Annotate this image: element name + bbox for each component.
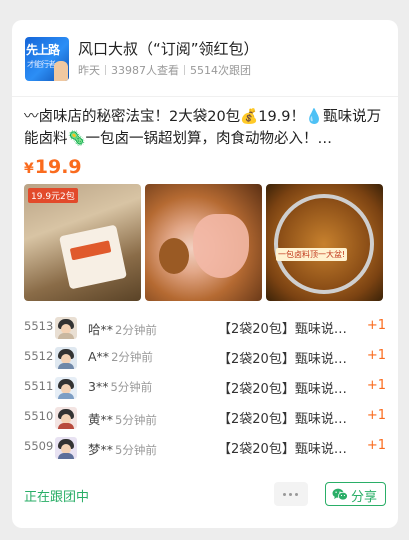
order-time: 5分钟前 [115,413,157,427]
group-avatar[interactable]: 先上路 才能行者 [25,37,69,81]
photo-grid: 19.9元2包 一包卤料顶一大盆! [24,184,384,301]
order-product: 【2袋20包】甄味说万能卤料 [218,382,350,397]
order-product: 【2袋20包】甄味说万能卤料 [218,352,350,367]
order-time: 2分钟前 [115,323,157,337]
seasoning-package-image [59,224,127,290]
buyer-name: 梦** 5分钟前 [88,442,157,457]
order-qty: +1 [366,408,386,423]
share-button[interactable]: 分享 [325,482,386,506]
order-time: 2分钟前 [111,350,153,364]
more-dots-icon [289,493,292,496]
more-button[interactable] [274,482,308,506]
order-number: 5513 [24,319,54,333]
order-qty: +1 [366,348,386,363]
braised-bowl-image [274,194,374,294]
group-header[interactable]: 先上路 才能行者 风口大叔（“订阅”领红包） 昨天 33987人查看 5514次跟团 [25,37,385,83]
post-time: 昨天 [78,64,100,77]
photo-caption: 一包卤料顶一大盆! [276,248,348,261]
group-status: 正在跟团中 [24,490,90,505]
more-dots-icon [283,493,286,496]
group-title[interactable]: 风口大叔（“订阅”领红包） [78,38,259,59]
group-meta: 昨天 33987人查看 5514次跟团 [78,62,251,78]
buyer-avatar [55,437,77,459]
order-number: 5512 [24,349,54,363]
meta-divider [184,65,185,75]
more-dots-icon [295,493,298,496]
share-label: 分享 [351,490,378,505]
order-product: 【2袋20包】甄味说万能卤料 [218,412,350,427]
order-number: 5511 [24,379,54,393]
product-photo-3[interactable]: 一包卤料顶一大盆! [266,184,383,301]
meta-divider [105,65,106,75]
wechat-icon [332,488,348,501]
braised-egg-image [159,238,189,274]
buyer-avatar [55,407,77,429]
buyer-name: 哈** 2分钟前 [88,322,157,337]
currency-symbol: ¥ [24,161,34,177]
order-qty: +1 [366,318,386,333]
order-row[interactable]: 5509 梦**5分钟前 【2袋20包】甄味说万能卤料 +1 [24,437,386,459]
product-photo-1[interactable]: 19.9元2包 [24,184,141,301]
photo-badge: 19.9元2包 [28,188,78,203]
post-description[interactable]: 〰卤味店的秘密法宝！2大袋20包💰19.9！💧甄味说万能卤料🦠一包卤一锅超划算，… [24,106,386,150]
view-count: 33987人查看 [111,64,179,77]
order-product: 【2袋20包】甄味说万能卤料 [218,322,350,337]
order-time: 5分钟前 [110,380,153,394]
order-row[interactable]: 5512 A**2分钟前 【2袋20包】甄味说万能卤料 +1 [24,347,386,369]
order-qty: +1 [366,378,386,393]
buyer-avatar [55,347,77,369]
buyer-avatar [55,377,77,399]
group-buy-card[interactable]: 先上路 才能行者 风口大叔（“订阅”领红包） 昨天 33987人查看 5514次跟团… [12,20,398,528]
buyer-name: 3** 5分钟前 [88,379,153,394]
avatar-text-top: 先上路 [26,43,60,57]
post-price: ¥19.9 [24,156,82,178]
buyer-avatar [55,317,77,339]
avatar-text-bottom: 才能行者 [27,60,56,69]
buyer-name: 黄** 5分钟前 [88,412,157,427]
order-number: 5509 [24,439,54,453]
order-row[interactable]: 5511 3**5分钟前 【2袋20包】甄味说万能卤料 +1 [24,377,386,399]
order-number: 5510 [24,409,54,423]
follow-count: 5514次跟团 [190,64,251,77]
order-product: 【2袋20包】甄味说万能卤料 [218,442,350,457]
braised-shrimp-image [193,214,249,278]
buyer-name: A** 2分钟前 [88,349,153,364]
header-divider [12,96,398,97]
order-time: 5分钟前 [115,443,157,457]
product-photo-2[interactable] [145,184,262,301]
order-qty: +1 [366,438,386,453]
order-row[interactable]: 5513 哈**2分钟前 【2袋20包】甄味说万能卤料 +1 [24,317,386,339]
order-row[interactable]: 5510 黄**5分钟前 【2袋20包】甄味说万能卤料 +1 [24,407,386,429]
avatar-person-icon [54,61,68,81]
price-value: 19.9 [34,156,82,178]
